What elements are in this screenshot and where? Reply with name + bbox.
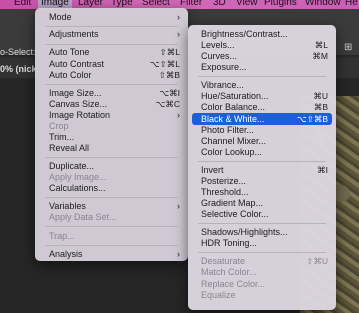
chevron-right-icon: › — [177, 12, 180, 22]
menu-divider — [45, 84, 178, 85]
menu-filter[interactable]: Filter — [180, 0, 202, 8]
menu-help[interactable]: He — [345, 0, 358, 8]
chevron-right-icon: › — [177, 249, 180, 259]
menu-item-equalize[interactable]: Equalize — [192, 289, 332, 301]
adjustments-submenu: Brightness/Contrast... Levels... ⌘L Curv… — [188, 25, 336, 310]
menu-divider — [198, 76, 326, 77]
menu-item-calculations[interactable]: Calculations... — [39, 182, 184, 194]
menu-item-color-lookup[interactable]: Color Lookup... — [192, 146, 332, 158]
menu-divider — [45, 226, 178, 227]
menu-view[interactable]: View — [236, 0, 258, 8]
menu-item-reveal-all[interactable]: Reveal All — [39, 142, 184, 154]
menu-divider — [45, 26, 178, 27]
menu-edit[interactable]: Edit — [14, 0, 31, 8]
menu-item-color-balance[interactable]: Color Balance... ⌘B — [192, 101, 332, 113]
menu-divider — [198, 223, 326, 224]
menu-type[interactable]: Type — [111, 0, 133, 8]
menu-divider — [45, 44, 178, 45]
menu-divider — [198, 161, 326, 162]
menu-item-selective-color[interactable]: Selective Color... — [192, 208, 332, 220]
menu-3d[interactable]: 3D — [213, 0, 226, 8]
menu-item-exposure[interactable]: Exposure... — [192, 61, 332, 73]
menu-divider — [198, 252, 326, 253]
menu-divider — [45, 157, 178, 158]
menu-plugins[interactable]: Plugins — [264, 0, 297, 8]
menu-layer[interactable]: Layer — [78, 0, 103, 8]
distribute-icon[interactable]: ⊞ — [344, 42, 352, 53]
menu-divider — [45, 197, 178, 198]
menu-item-mode[interactable]: Mode › — [39, 11, 184, 23]
menu-item-match-color[interactable]: Match Color... — [192, 266, 332, 278]
menu-item-apply-data-set[interactable]: Apply Data Set... — [39, 211, 184, 223]
menu-item-hdr-toning[interactable]: HDR Toning... — [192, 237, 332, 249]
menu-window[interactable]: Window — [305, 0, 341, 8]
menu-item-adjustments[interactable]: Adjustments › — [39, 28, 184, 40]
chevron-right-icon: › — [177, 29, 180, 39]
menu-select[interactable]: Select — [142, 0, 170, 8]
document-tab-label: 0% (nick, — [0, 64, 40, 74]
menu-item-trap[interactable]: Trap... — [39, 230, 184, 242]
menu-divider — [45, 245, 178, 246]
menu-item-auto-color[interactable]: Auto Color ⇧⌘B — [39, 69, 184, 81]
menu-item-analysis[interactable]: Analysis › — [39, 248, 184, 260]
image-menu: Mode › Adjustments › Auto Tone ⇧⌘L Auto … — [35, 8, 188, 261]
menu-item-auto-tone[interactable]: Auto Tone ⇧⌘L — [39, 46, 184, 58]
auto-select-label[interactable]: o-Select: — [0, 47, 36, 57]
